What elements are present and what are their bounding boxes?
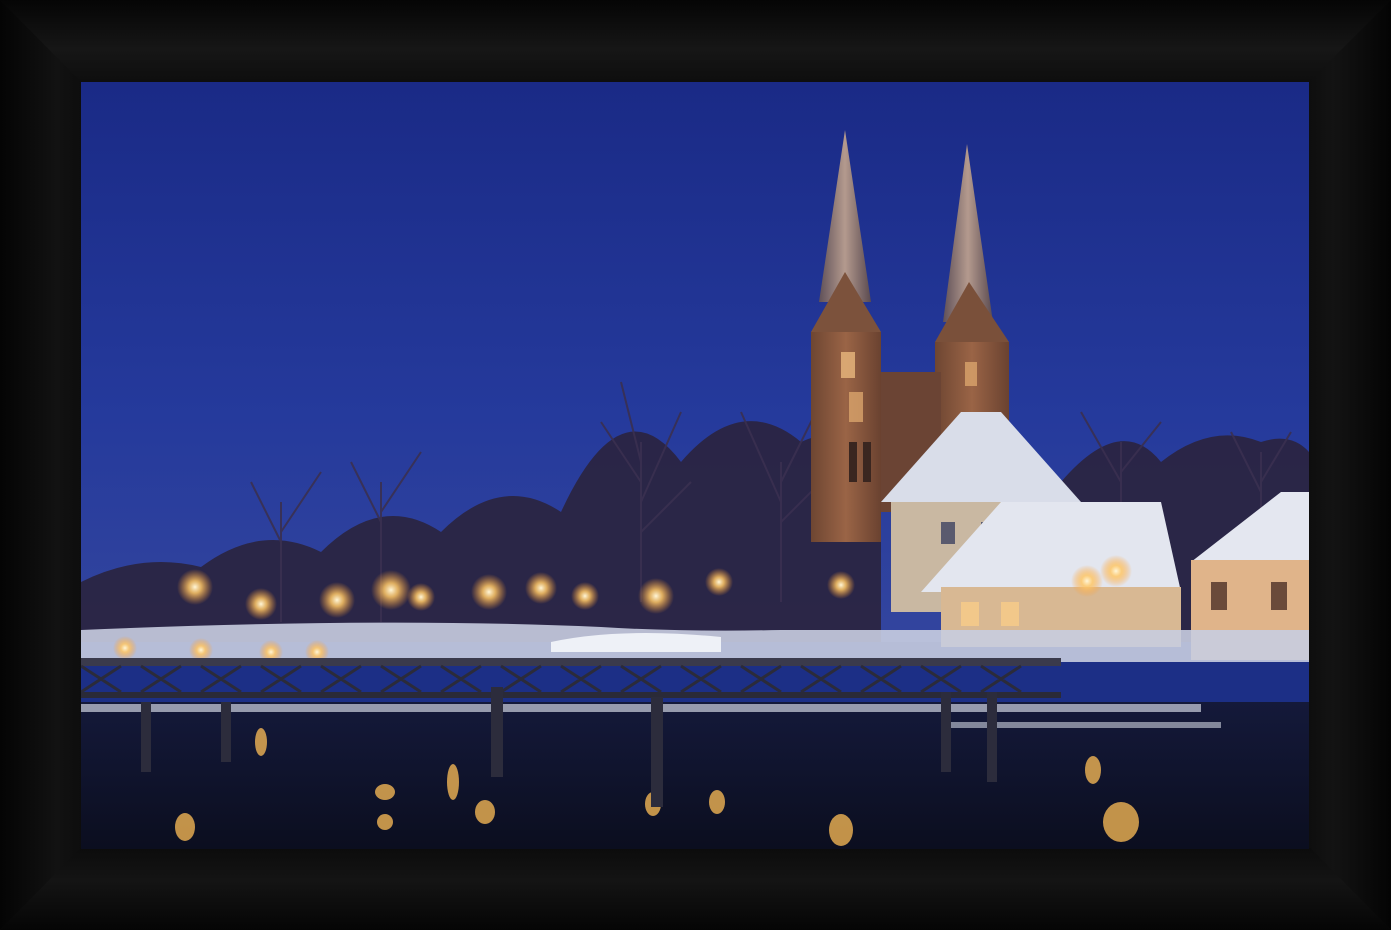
frame-right-bevel: [1309, 0, 1391, 930]
picture-frame: [0, 0, 1391, 930]
frame-left-bevel: [0, 0, 81, 930]
frame-bottom-bevel: [0, 848, 1391, 930]
photo-canvas: [81, 82, 1309, 849]
frame-top-bevel: [0, 0, 1391, 82]
night-scene-illustration: [81, 82, 1309, 849]
